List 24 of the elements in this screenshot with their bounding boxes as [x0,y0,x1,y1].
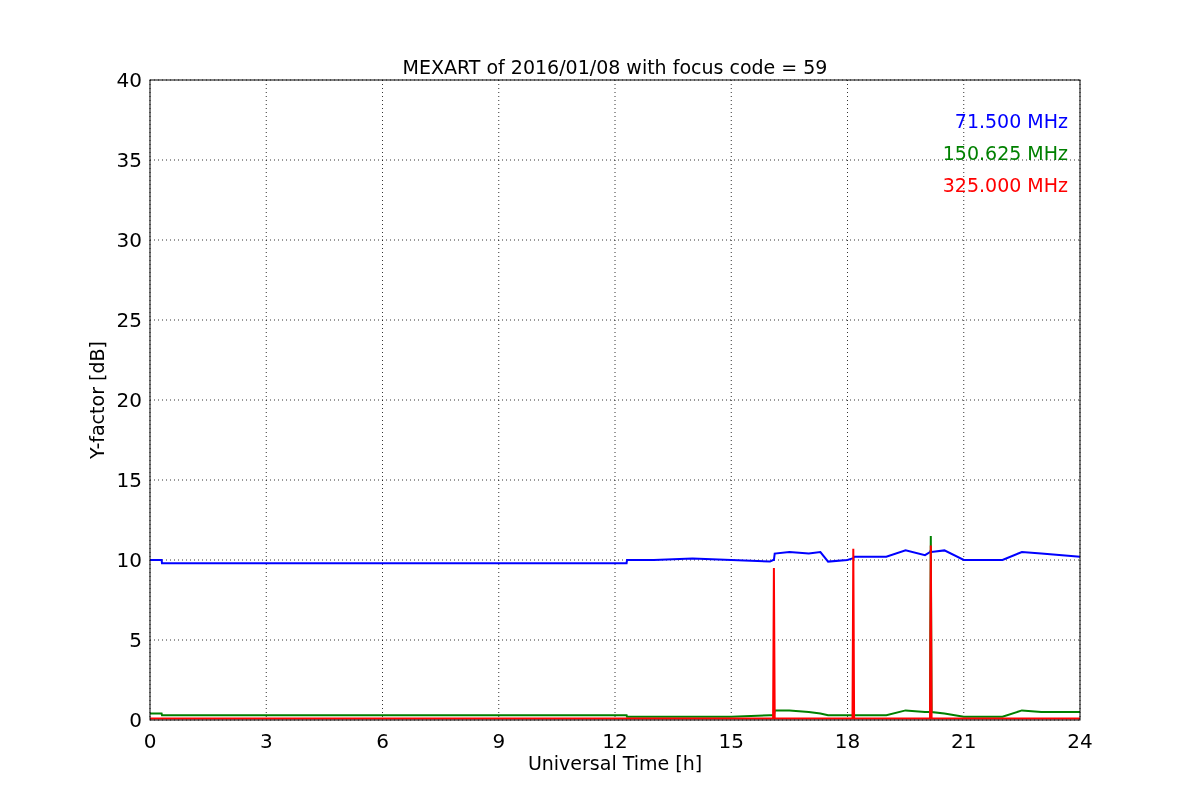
legend-label: 150.625 MHz [942,142,1068,164]
tick-label: 20 [116,388,142,412]
tick-label: 15 [116,468,142,492]
tick-label: 25 [116,308,142,332]
tick-label: 18 [834,729,861,753]
tick-label: 40 [116,68,142,92]
legend-label: 325.000 MHz [942,174,1068,196]
axis-label: Universal Time [h] [527,752,703,774]
tick-label: 0 [143,729,157,753]
tick-label: 10 [116,548,142,572]
tick-label: 24 [1067,729,1093,753]
tick-label: 35 [116,148,142,172]
legend-label: 71.500 MHz [954,110,1068,132]
tick-label: 12 [602,729,628,753]
tick-label: 6 [376,729,389,753]
tick-label: 0 [129,708,142,732]
tick-label: 3 [259,729,273,753]
tick-label: 30 [116,228,142,252]
tick-label: 15 [718,729,744,753]
tick-label: 21 [951,729,977,753]
chart-title: MEXART of 2016/01/08 with focus code = 59 [402,56,828,78]
tick-label: 9 [492,729,506,753]
tick-label: 5 [129,628,142,652]
axis-label: Y-factor [dB] [86,341,108,459]
